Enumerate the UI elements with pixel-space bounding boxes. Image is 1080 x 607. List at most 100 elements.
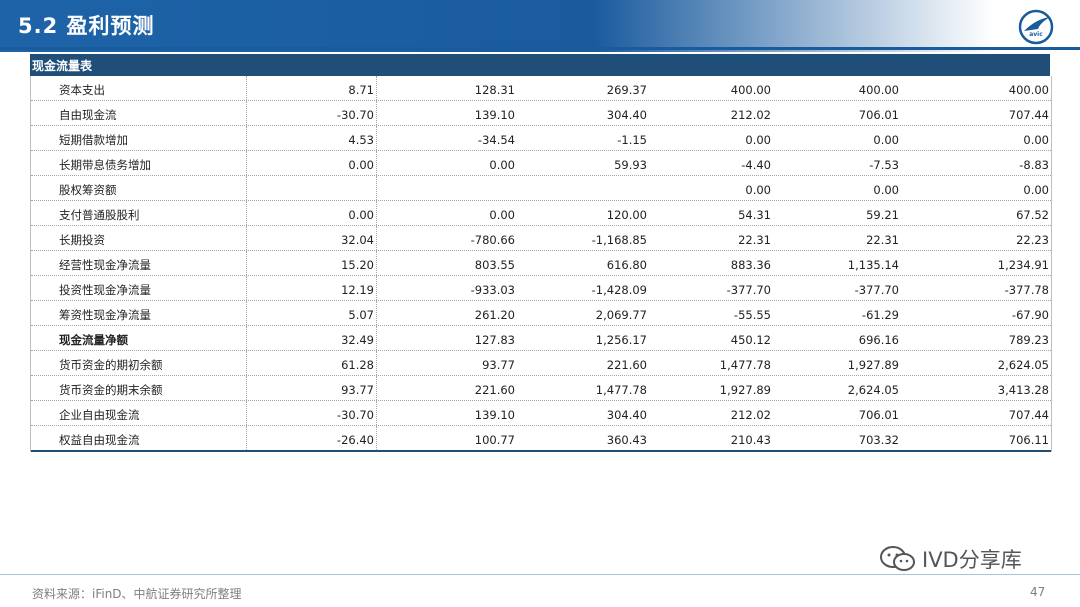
row-value: 0.00: [873, 133, 899, 147]
table-row: 货币资金的期末余额 93.77 221.60 1,477.78 1,927.89 2,62…: [31, 376, 1051, 401]
row-label: 权益自由现金流: [31, 426, 247, 450]
row-value: 128.31: [474, 83, 515, 97]
row-label: 经营性现金净流量: [31, 251, 247, 275]
row-label: 投资性现金净流量: [31, 276, 247, 300]
table-row: 短期借款增加 4.53 -34.54 -1.15 0.00 0.00 0.00: [31, 126, 1051, 151]
row-value: 0.00: [489, 158, 515, 172]
row-value: -377.70: [854, 283, 899, 297]
row-value: 1,256.17: [595, 333, 647, 347]
row-value: 127.83: [474, 333, 515, 347]
row-value: -377.78: [1004, 283, 1049, 297]
cash-flow-table: 资本支出 8.71 128.31 269.37 400.00 400.00 400.00 自由…: [30, 76, 1052, 452]
row-label: 自由现金流: [31, 101, 247, 125]
table-row: 股权筹资额 0.00 0.00 0.00: [31, 176, 1051, 201]
table-section-header: 现金流量表: [30, 54, 1050, 76]
row-value: 360.43: [606, 433, 647, 447]
row-value: 1,477.78: [595, 383, 647, 397]
row-value: 1,927.89: [719, 383, 771, 397]
row-value: 803.55: [474, 258, 515, 272]
row-value: 1,135.14: [847, 258, 899, 272]
row-value: 269.37: [606, 83, 647, 97]
wechat-icon: [880, 546, 915, 571]
row-value: 883.36: [730, 258, 771, 272]
page-number: 47: [1030, 585, 1046, 599]
row-value: 61.28: [247, 351, 377, 375]
row-value: 12.19: [247, 276, 377, 300]
row-value: 400.00: [858, 83, 899, 97]
title-bar: [0, 0, 1080, 52]
row-value: [247, 176, 377, 200]
row-value: 400.00: [730, 83, 771, 97]
row-value: 261.20: [474, 308, 515, 322]
row-value: 0.00: [1023, 183, 1049, 197]
row-label: 长期带息债务增加: [31, 151, 247, 175]
row-value: 22.23: [1016, 233, 1049, 247]
row-value: 54.31: [738, 208, 771, 222]
row-value: 93.77: [482, 358, 515, 372]
row-value: 15.20: [247, 251, 377, 275]
row-value: 210.43: [730, 433, 771, 447]
row-value: 1,477.78: [719, 358, 771, 372]
row-label: 支付普通股股利: [31, 201, 247, 225]
page-title: 5.2 盈利预测: [18, 14, 155, 38]
row-value: 400.00: [1008, 83, 1049, 97]
row-value: 8.71: [247, 76, 377, 100]
row-value: -55.55: [733, 308, 771, 322]
row-value: -30.70: [247, 101, 377, 125]
row-value: 212.02: [730, 108, 771, 122]
row-value: [377, 176, 517, 200]
table-section-title: 现金流量表: [32, 59, 93, 73]
row-value: 706.01: [858, 108, 899, 122]
row-label: 货币资金的期末余额: [31, 376, 247, 400]
row-value: 67.52: [1016, 208, 1049, 222]
row-value: 0.00: [745, 183, 771, 197]
row-value: 0.00: [489, 208, 515, 222]
row-label: 短期借款增加: [31, 126, 247, 150]
row-value: 32.04: [247, 226, 377, 250]
row-value: 2,624.05: [997, 358, 1049, 372]
row-value: 2,069.77: [595, 308, 647, 322]
table-row: 经营性现金净流量 15.20 803.55 616.80 883.36 1,135.14 1…: [31, 251, 1051, 276]
row-value: 789.23: [1008, 333, 1049, 347]
row-value: 59.93: [614, 158, 647, 172]
row-value: -1.15: [617, 133, 647, 147]
row-value: 221.60: [474, 383, 515, 397]
table-row: 资本支出 8.71 128.31 269.37 400.00 400.00 400.00: [31, 76, 1051, 101]
row-value: 212.02: [730, 408, 771, 422]
row-value: -780.66: [470, 233, 515, 247]
row-value: -1,428.09: [591, 283, 647, 297]
row-label: 长期投资: [31, 226, 247, 250]
row-label: 股权筹资额: [31, 176, 247, 200]
row-value: [517, 176, 649, 200]
table-row: 支付普通股股利 0.00 0.00 120.00 54.31 59.21 67.52: [31, 201, 1051, 226]
row-value: -933.03: [470, 283, 515, 297]
row-value: 304.40: [606, 408, 647, 422]
table-row: 货币资金的期初余额 61.28 93.77 221.60 1,477.78 1,927.8…: [31, 351, 1051, 376]
row-value: 703.32: [858, 433, 899, 447]
row-value: 696.16: [858, 333, 899, 347]
row-value: 3,413.28: [997, 383, 1049, 397]
row-value: 22.31: [738, 233, 771, 247]
row-value: 0.00: [247, 201, 377, 225]
row-value: 0.00: [1023, 133, 1049, 147]
row-value: 221.60: [606, 358, 647, 372]
table-row: 自由现金流 -30.70 139.10 304.40 212.02 706.01 707.4…: [31, 101, 1051, 126]
logo-text: avic: [1029, 31, 1043, 38]
row-label: 筹资性现金净流量: [31, 301, 247, 325]
table-row: 现金流量净额 32.49 127.83 1,256.17 450.12 696.16 789…: [31, 326, 1051, 351]
row-value: 32.49: [247, 326, 377, 350]
row-value: -7.53: [869, 158, 899, 172]
row-value: 0.00: [247, 151, 377, 175]
title-underline: [0, 47, 1080, 50]
row-value: -30.70: [247, 401, 377, 425]
row-value: 139.10: [474, 408, 515, 422]
row-value: -67.90: [1011, 308, 1049, 322]
row-value: 707.44: [1008, 408, 1049, 422]
row-value: 706.01: [858, 408, 899, 422]
row-value: 139.10: [474, 108, 515, 122]
table-row: 筹资性现金净流量 5.07 261.20 2,069.77 -55.55 -61.29 -6…: [31, 301, 1051, 326]
row-value: 120.00: [606, 208, 647, 222]
source-note: 资料来源：iFinD、中航证券研究所整理: [32, 587, 242, 601]
watermark: IVD分享库: [878, 542, 1022, 576]
row-value: 2,624.05: [847, 383, 899, 397]
